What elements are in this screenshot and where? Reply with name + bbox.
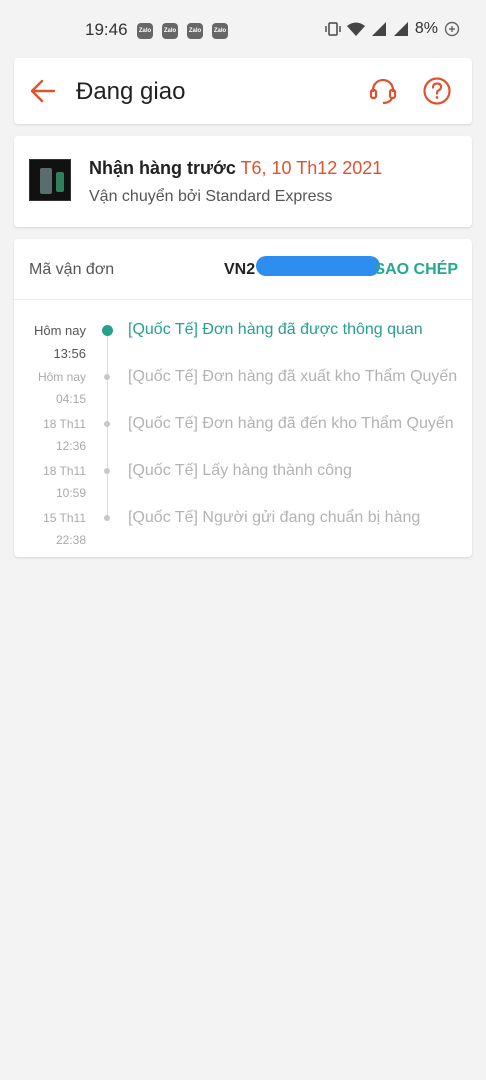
question-circle-icon[interactable]: [422, 76, 452, 106]
timeline-event: 15 Th11 22:38 [Quốc Tế] Người gửi đang c…: [14, 507, 472, 547]
battery-saver-icon: [444, 21, 460, 37]
event-text: [Quốc Tế] Đơn hàng đã xuất kho Thẩm Quyế…: [128, 368, 458, 385]
event-day: 18 Th11: [43, 417, 86, 431]
event-day: Hôm nay: [33, 323, 86, 338]
timeline-dot: [104, 468, 110, 474]
signal-icon: [393, 22, 408, 36]
zalo-notification-icon: Zalo: [212, 23, 228, 39]
tracking-code-row: Mã vận đơn VN2 SAO CHÉP: [14, 239, 472, 300]
timeline-event: 18 Th11 12:36 [Quốc Tế] Đơn hàng đã đến …: [14, 413, 472, 453]
event-day: Hôm nay: [37, 370, 86, 384]
event-datetime: Hôm nay 04:15: [14, 366, 86, 410]
zalo-notification-icon: Zalo: [187, 23, 203, 39]
timeline-dot: [104, 515, 110, 521]
delivery-info-card: Nhận hàng trước T6, 10 Th12 2021 Vận chu…: [14, 136, 472, 227]
wifi-icon: [346, 22, 365, 36]
copy-button[interactable]: SAO CHÉP: [374, 261, 458, 279]
arrow-left-icon[interactable]: [28, 76, 58, 106]
event-day: 15 Th11: [43, 511, 86, 525]
battery-level: 8%: [414, 20, 438, 37]
event-datetime: Hôm nay 13:56: [14, 319, 86, 365]
carrier-text: Vận chuyển bởi Standard Express: [89, 188, 333, 205]
event-time: 10:59: [55, 486, 86, 500]
event-datetime: 18 Th11 12:36: [14, 413, 86, 457]
timeline-event: Hôm nay 13:56 [Quốc Tế] Đơn hàng đã được…: [14, 319, 472, 361]
delivery-label: Nhận hàng trước: [89, 158, 236, 178]
header-bar: Đang giao: [14, 58, 472, 124]
event-text: [Quốc Tế] Người gửi đang chuẩn bị hàng: [128, 509, 421, 526]
event-time: 12:36: [55, 439, 86, 453]
status-bar: 19:46 Zalo Zalo Zalo Zalo 8%: [0, 0, 486, 60]
event-time: 13:56: [53, 346, 86, 361]
event-time: 04:15: [55, 392, 86, 406]
tracking-code-label: Mã vận đơn: [29, 261, 115, 278]
timeline-dot: [104, 374, 110, 380]
event-time: 22:38: [55, 533, 86, 547]
event-text: [Quốc Tế] Đơn hàng đã đến kho Thẩm Quyến: [128, 415, 454, 432]
tracking-code-value: VN2: [224, 261, 256, 278]
timeline-event: 18 Th11 10:59 [Quốc Tế] Lấy hàng thành c…: [14, 460, 472, 500]
signal-icon: [371, 22, 386, 36]
event-text: [Quốc Tế] Lấy hàng thành công: [128, 462, 352, 479]
zalo-notification-icon: Zalo: [137, 23, 153, 39]
delivery-date: T6, 10 Th12 2021: [240, 158, 383, 178]
event-text: [Quốc Tế] Đơn hàng đã được thông quan: [128, 321, 423, 338]
tracking-card: Mã vận đơn VN2 SAO CHÉP Hôm nay 13:56 [Q…: [14, 239, 472, 557]
timeline-dot: [104, 421, 110, 427]
delivery-estimate: Nhận hàng trước T6, 10 Th12 2021: [89, 158, 382, 179]
zalo-notification-icon: Zalo: [162, 23, 178, 39]
headset-icon[interactable]: [368, 76, 398, 106]
page-title: Đang giao: [76, 78, 186, 105]
status-time: 19:46: [85, 20, 128, 39]
event-datetime: 15 Th11 22:38: [14, 507, 86, 551]
redaction-mark: [256, 256, 380, 276]
event-day: 18 Th11: [43, 464, 86, 478]
timeline-event: Hôm nay 04:15 [Quốc Tế] Đơn hàng đã xuất…: [14, 366, 472, 406]
product-thumbnail[interactable]: [29, 159, 71, 201]
vibrate-icon: [325, 22, 341, 36]
event-datetime: 18 Th11 10:59: [14, 460, 86, 504]
timeline-dot: [102, 325, 113, 336]
